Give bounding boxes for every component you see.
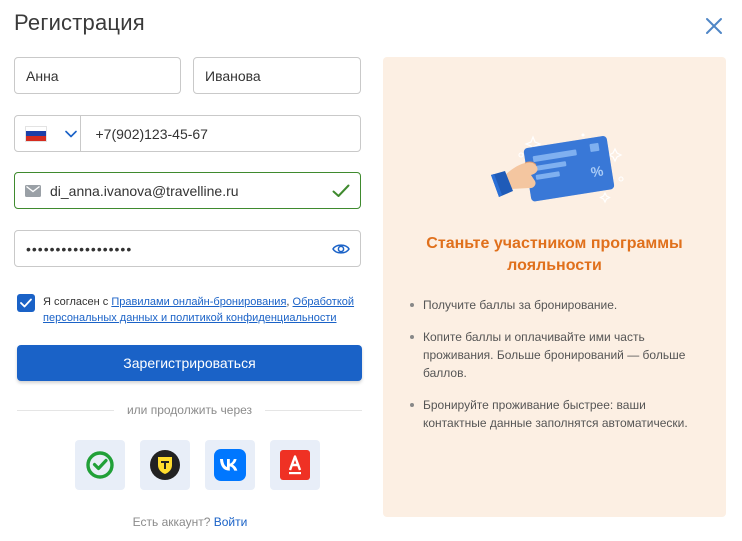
rules-link[interactable]: Правилами онлайн-бронирования [111, 296, 286, 308]
password-field [14, 230, 361, 267]
benefit-item: Получите баллы за бронирование. [410, 296, 710, 314]
loyalty-promo-panel: % Станьте участником программы лояльност… [383, 57, 726, 517]
mail-icon [25, 184, 41, 197]
vk-login-button[interactable] [205, 440, 255, 490]
close-icon [706, 18, 722, 34]
benefit-item: Копите баллы и оплачивайте ими часть про… [410, 328, 710, 382]
tinkoff-login-button[interactable] [140, 440, 190, 490]
password-input[interactable] [26, 240, 332, 257]
consent-prefix: Я согласен с [43, 296, 112, 308]
alfa-login-button[interactable] [270, 440, 320, 490]
login-row: Есть аккаунт? Войти [0, 515, 380, 529]
alfa-icon [280, 450, 310, 480]
checkbox-check-icon [20, 298, 32, 308]
tinkoff-icon [150, 450, 180, 480]
close-button[interactable] [700, 12, 728, 40]
email-input[interactable] [50, 182, 332, 199]
phone-input[interactable] [80, 125, 360, 142]
first-name-field[interactable] [14, 57, 181, 94]
last-name-field[interactable] [193, 57, 361, 94]
sber-login-button[interactable] [75, 440, 125, 490]
sber-icon [86, 451, 114, 479]
first-name-input[interactable] [26, 67, 180, 84]
promo-title: Станьте участником программы лояльности [426, 235, 683, 274]
login-prompt: Есть аккаунт? [132, 515, 211, 529]
register-button[interactable]: Зарегистрироваться [17, 345, 362, 381]
benefits-list: Получите баллы за бронирование. Копите б… [410, 296, 710, 446]
email-field [14, 172, 361, 209]
consent-row: Я согласен с Правилами онлайн-бронирован… [17, 294, 362, 326]
chevron-down-icon [65, 130, 77, 137]
divider-text: или продолжить через [126, 403, 253, 417]
phone-field [14, 115, 361, 152]
consent-checkbox[interactable] [17, 294, 35, 312]
divider-line [17, 409, 114, 411]
social-divider: или продолжить через [17, 403, 362, 417]
dialog-title: Регистрация [14, 10, 145, 35]
russia-flag-icon [25, 125, 47, 142]
divider-line [265, 409, 362, 411]
consent-text: Я согласен с Правилами онлайн-бронирован… [43, 294, 362, 326]
check-icon [332, 184, 350, 197]
vk-icon [214, 449, 246, 481]
login-link[interactable]: Войти [214, 515, 248, 529]
country-code-select[interactable] [15, 116, 81, 151]
last-name-input[interactable] [205, 67, 360, 84]
hand-holding-card-icon: % [491, 133, 624, 204]
eye-icon[interactable] [332, 243, 350, 255]
benefit-item: Бронируйте проживание быстрее: ваши конт… [410, 396, 710, 432]
